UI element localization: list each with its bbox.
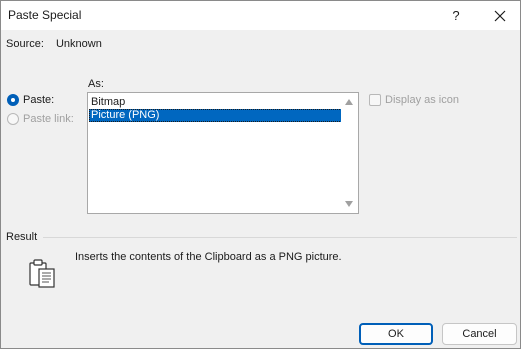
scroll-up-icon[interactable] [345, 99, 353, 105]
title-bar: Paste Special ? [1, 1, 520, 30]
cancel-button[interactable]: Cancel [442, 323, 517, 345]
clipboard-icon [29, 259, 55, 288]
list-item-picture-png[interactable]: Picture (PNG) [89, 109, 342, 122]
help-icon: ? [452, 8, 460, 23]
ok-button[interactable]: OK [359, 323, 433, 345]
as-label: As: [88, 78, 104, 90]
paste-link-radio-label: Paste link: [23, 113, 74, 125]
scroll-down-icon[interactable] [345, 201, 353, 207]
display-as-icon-label: Display as icon [385, 94, 459, 106]
source-label: Source: [6, 38, 44, 50]
close-button[interactable] [478, 1, 520, 30]
paste-link-radio[interactable]: Paste link: [7, 113, 74, 125]
listbox-scrollbar[interactable] [341, 93, 358, 213]
paste-radio-label: Paste: [23, 94, 55, 106]
close-icon [494, 10, 506, 21]
help-button[interactable]: ? [434, 1, 478, 30]
list-item-bitmap[interactable]: Bitmap [89, 96, 342, 109]
dialog-title: Paste Special [8, 8, 82, 22]
result-label: Result [6, 231, 38, 243]
display-as-icon-checkbox[interactable]: Display as icon [369, 94, 459, 106]
paste-radio-indicator[interactable] [7, 94, 19, 106]
source-row: Source: Unknown [6, 38, 102, 50]
paste-link-radio-indicator[interactable] [7, 113, 19, 125]
paste-radio[interactable]: Paste: [7, 94, 54, 106]
source-value: Unknown [55, 38, 102, 50]
paste-special-dialog: Paste Special ? Source: Unknown As: Past… [0, 0, 521, 349]
result-divider [43, 237, 517, 238]
display-as-icon-box[interactable] [369, 94, 381, 106]
as-format-listbox[interactable]: Bitmap Picture (PNG) [87, 92, 359, 214]
result-description: Inserts the contents of the Clipboard as… [75, 251, 342, 263]
